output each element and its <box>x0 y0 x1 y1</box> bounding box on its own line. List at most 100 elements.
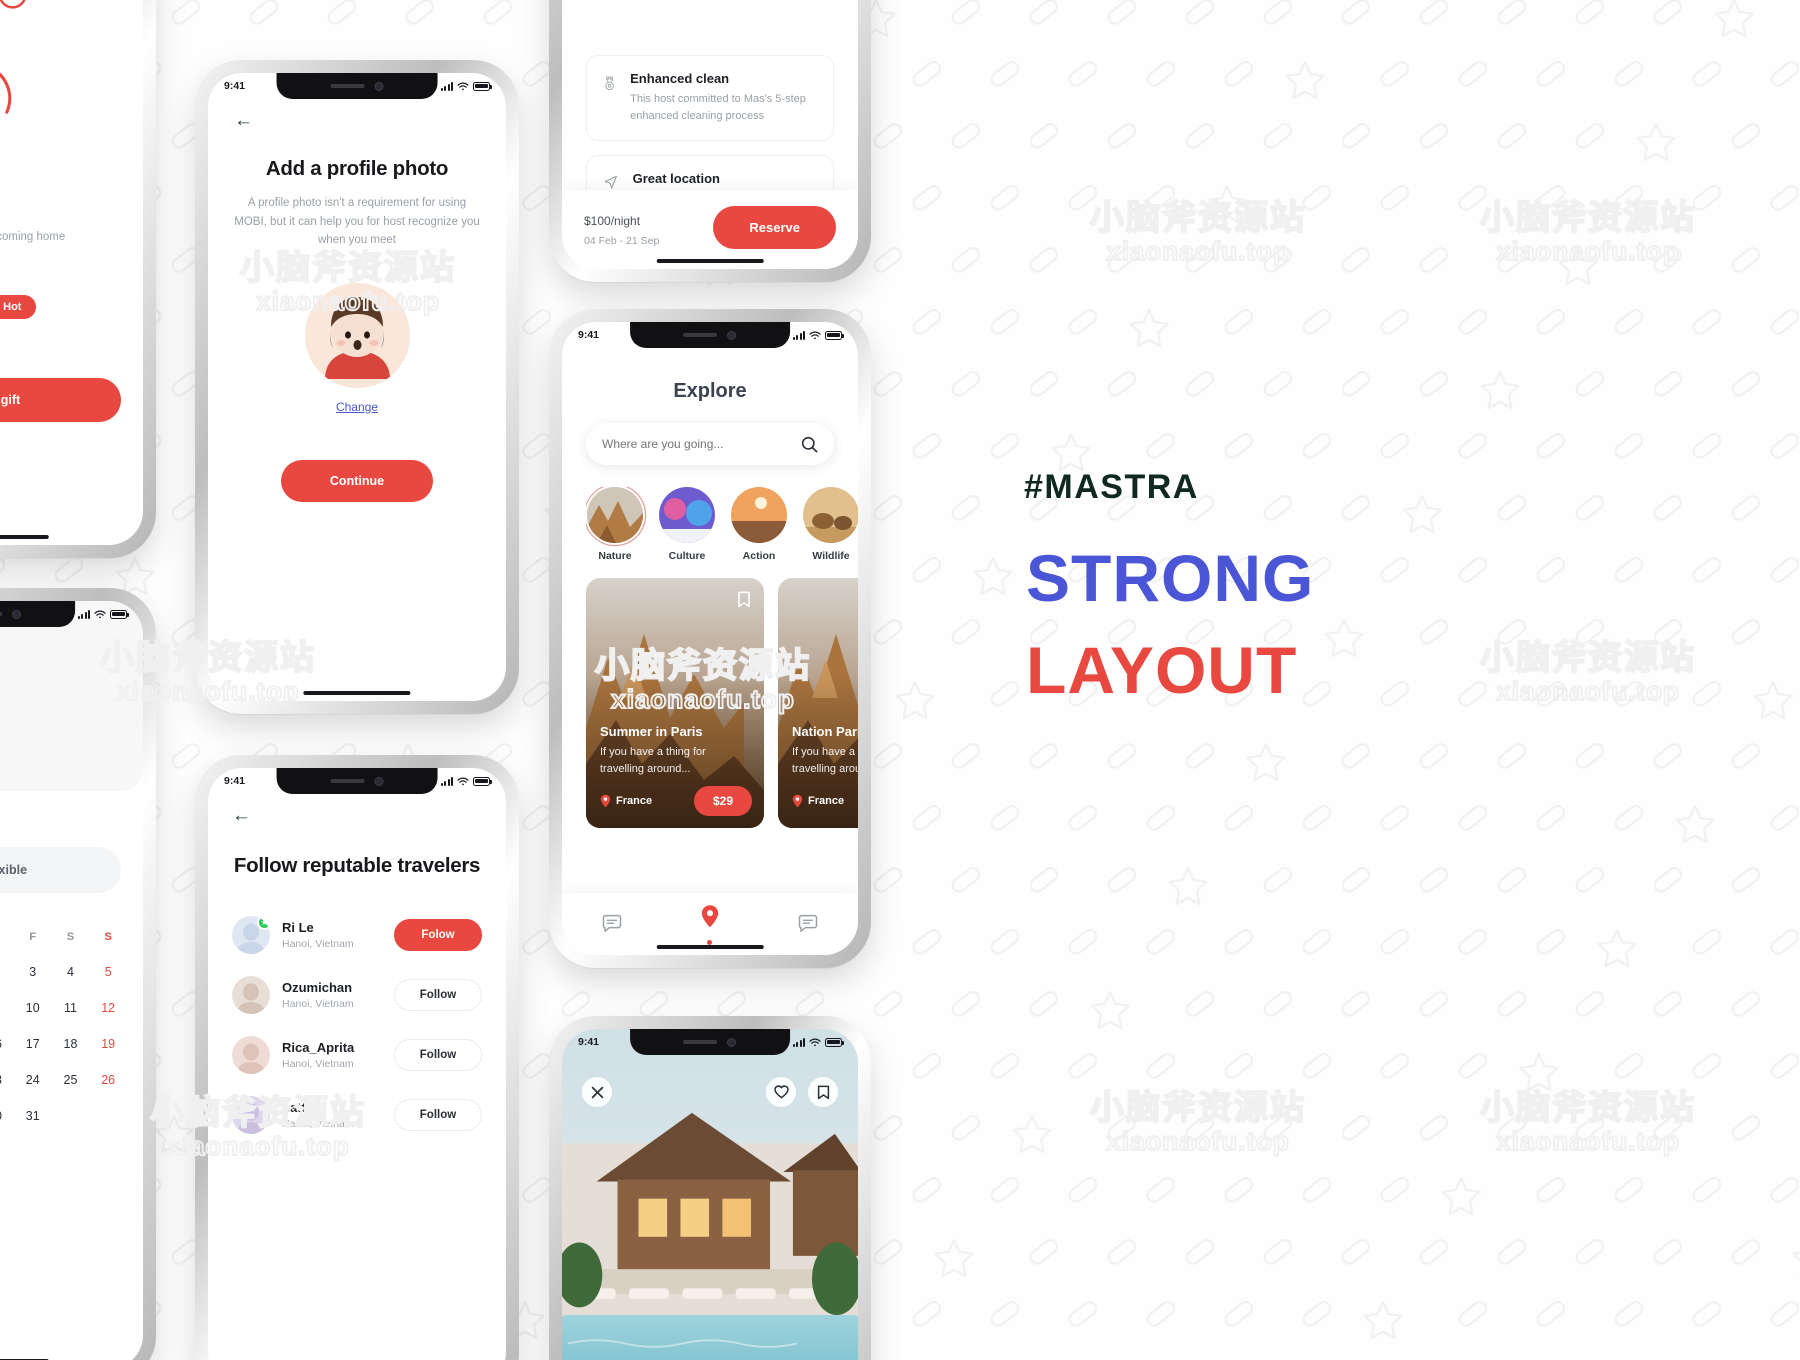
avatar[interactable] <box>304 282 410 388</box>
booking-dates: 04 Feb - 21 Sep <box>584 234 660 247</box>
reserve-button[interactable]: Reserve <box>713 206 836 249</box>
explore-card[interactable]: Summer in Paris If you have a thing for … <box>586 578 764 828</box>
calendar-day[interactable]: 19 <box>89 1037 127 1051</box>
avatar[interactable] <box>232 1036 270 1075</box>
chat-icon[interactable] <box>601 913 623 935</box>
back-button[interactable]: ← <box>232 805 251 826</box>
card-list[interactable]: Summer in Paris If you have a thing for … <box>586 578 858 828</box>
avatar[interactable] <box>232 976 270 1015</box>
calendar-day[interactable]: 30 <box>0 1109 14 1123</box>
explore-card[interactable]: Nation Park If you have a thing for trav… <box>778 578 858 828</box>
calendar-day[interactable]: 17 <box>14 1037 52 1051</box>
location-pin-icon[interactable] <box>700 904 720 930</box>
list-item[interactable]: ★ Ri Le Hanoi, Vietnam Folow <box>232 905 482 965</box>
follow-button[interactable]: Follow <box>394 979 482 1012</box>
calendar-day[interactable]: 12 <box>89 1001 127 1015</box>
continue-button[interactable]: Continue <box>281 459 433 502</box>
calendar-day[interactable]: 5 <box>89 965 127 979</box>
calendar-week: 12345 <box>0 965 127 979</box>
feature-enhanced-clean: Enhanced clean This host committed to Ma… <box>586 55 834 142</box>
category-image[interactable] <box>731 487 787 543</box>
follow-button[interactable]: Folow <box>394 919 482 952</box>
calendar-day[interactable]: 16 <box>0 1037 14 1051</box>
calendar-day[interactable]: 11 <box>52 1001 90 1015</box>
calendar-day[interactable]: 10 <box>14 1001 52 1015</box>
category-item[interactable]: Nature <box>586 487 644 562</box>
chat-icon[interactable] <box>797 913 819 935</box>
calendar-week: 13141516171819 <box>0 1037 127 1051</box>
promo-title: Merry X'Mas! <box>0 195 121 218</box>
poster-canvas: 小脑斧资源站 xiaonaofu.top 小脑斧资源站 xiaonaofu.top … <box>0 0 1800 1360</box>
phone-calendar: 9:41 January I'm flexible MTWTFSS 123456… <box>0 588 156 1360</box>
search-input[interactable] <box>602 437 801 451</box>
calendar-day[interactable]: 4 <box>52 965 90 979</box>
card-description: If you have a thing for travelling aroun… <box>600 745 706 775</box>
search-icon[interactable] <box>801 436 818 453</box>
follow-button[interactable]: Follow <box>394 1099 482 1132</box>
avatar[interactable]: ★ <box>232 916 270 955</box>
home-indicator <box>656 945 764 949</box>
award-icon <box>605 76 614 91</box>
category-item[interactable]: Action <box>730 487 788 562</box>
list-item[interactable]: Ozumichan Hanoi, Vietnam Follow <box>232 965 482 1025</box>
notch <box>630 1029 790 1055</box>
calendar-day[interactable]: 25 <box>52 1073 90 1087</box>
list-item[interactable]: Latte Hanoi, Vietnam Follow <box>232 1085 482 1145</box>
avatar[interactable] <box>232 1096 270 1135</box>
status-time: 9:41 <box>224 775 246 787</box>
bookmark-icon[interactable] <box>737 591 751 613</box>
change-photo-link[interactable]: Change <box>336 400 378 414</box>
category-image[interactable] <box>803 487 858 543</box>
close-button[interactable] <box>582 1077 612 1107</box>
phone-explore: 9:41 Explore Nature Culture <box>549 309 871 968</box>
heart-icon[interactable] <box>773 1085 789 1099</box>
flexible-button[interactable]: I'm flexible <box>0 847 121 893</box>
calendar-week: 2728293031 <box>0 1109 127 1123</box>
card-description: If you have a thing for travelling aroun… <box>792 745 858 775</box>
card-price[interactable]: $29 <box>693 786 752 816</box>
location-pin-icon <box>600 794 611 808</box>
status-time: 9:41 <box>578 329 600 341</box>
take-gift-button[interactable]: Take gift <box>0 378 121 423</box>
search-bar[interactable] <box>586 423 834 465</box>
calendar-day[interactable] <box>52 1109 90 1123</box>
category-image[interactable] <box>587 487 643 543</box>
category-image[interactable] <box>659 487 715 543</box>
list-item[interactable]: Rica_Aprita Hanoi, Vietnam Follow <box>232 1025 482 1085</box>
calendar-day[interactable]: 24 <box>14 1073 52 1087</box>
bookmark-button[interactable] <box>808 1077 838 1107</box>
booking-bar: $100/night 04 Feb - 21 Sep Reserve <box>562 190 858 269</box>
calendar-day-headers: MTWTFSS <box>0 931 127 943</box>
favorite-button[interactable] <box>766 1077 796 1107</box>
page-description: A profile photo isn't a requirement for … <box>234 197 480 247</box>
tab-explore[interactable] <box>700 904 720 945</box>
wifi-icon <box>809 1038 821 1046</box>
hashtag-label: #MASTRA <box>1024 468 1199 506</box>
close-icon[interactable] <box>591 1086 604 1099</box>
category-item[interactable]: Culture <box>658 487 716 562</box>
rating-stars: ★★★★★ <box>0 272 121 286</box>
category-item[interactable]: Wildlife <box>802 487 858 562</box>
wifi-icon <box>94 610 106 618</box>
calendar-day[interactable]: 2 <box>0 965 14 979</box>
traveler-name: Ozumichan <box>282 980 353 996</box>
calendar-grid[interactable]: 1234567891011121314151617181920212223242… <box>0 965 127 1123</box>
calendar-day[interactable]: 18 <box>52 1037 90 1051</box>
calendar-day[interactable] <box>89 1109 127 1123</box>
calendar-day[interactable]: 31 <box>14 1109 52 1123</box>
price: $100/night <box>584 209 659 231</box>
promo-illustration <box>0 0 143 173</box>
calendar-week: 20212223242526 <box>0 1073 127 1087</box>
calendar-day[interactable]: 26 <box>89 1073 127 1087</box>
calendar-day[interactable]: 9 <box>0 1001 14 1015</box>
traveler-location: Hanoi, Vietnam <box>282 1058 354 1071</box>
back-button[interactable]: ← <box>234 110 253 131</box>
calendar-day[interactable]: 23 <box>0 1073 14 1087</box>
bookmark-icon[interactable] <box>817 1085 830 1100</box>
promo-description: Get $100 credit to our upcoming home <box>0 231 66 243</box>
traveler-list[interactable]: ★ Ri Le Hanoi, Vietnam Folow Ozumichan H… <box>232 905 482 1145</box>
follow-button[interactable]: Follow <box>394 1039 482 1072</box>
calendar-day[interactable]: 3 <box>14 965 52 979</box>
category-list[interactable]: Nature Culture Action Wildlife <box>586 487 858 562</box>
location-pin-icon <box>792 794 803 808</box>
